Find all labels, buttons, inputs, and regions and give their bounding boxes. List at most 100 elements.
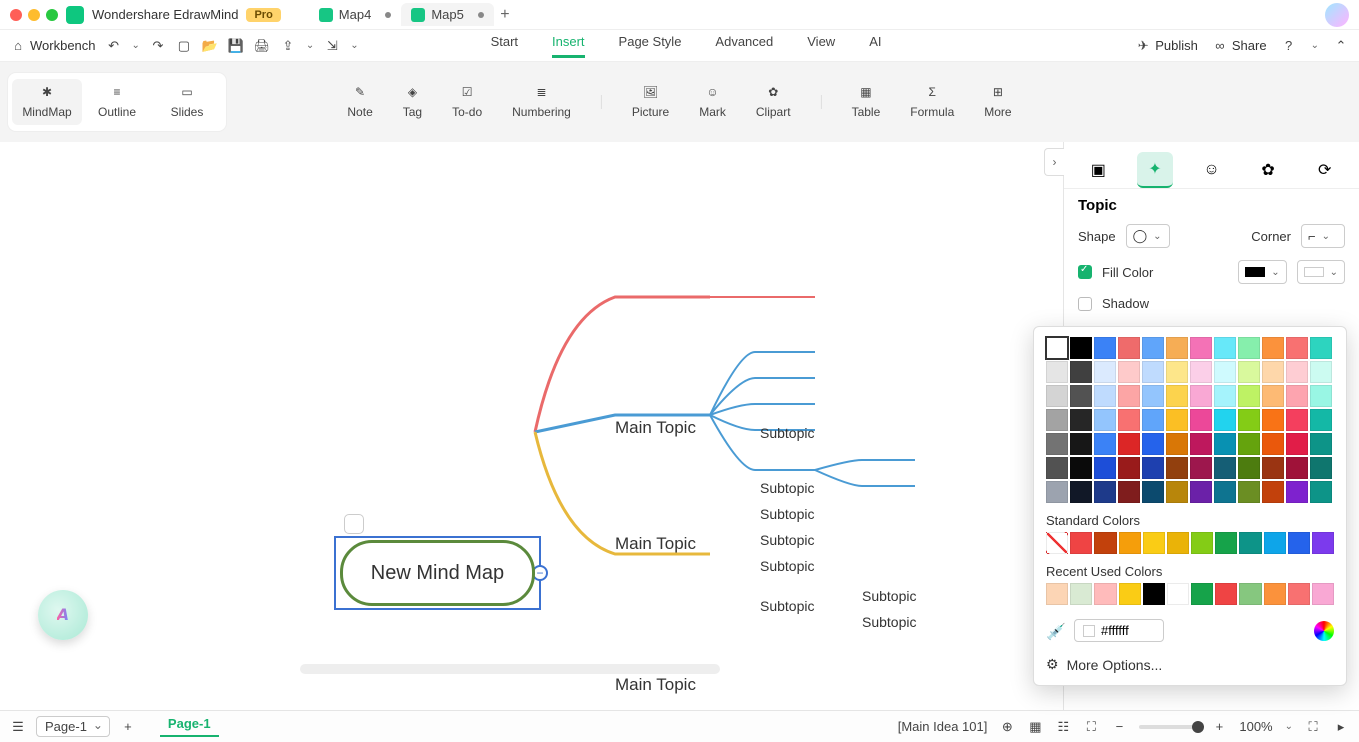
color-swatch[interactable] xyxy=(1310,409,1332,431)
color-swatch[interactable] xyxy=(1119,532,1141,554)
color-swatch[interactable] xyxy=(1094,337,1116,359)
color-swatch[interactable] xyxy=(1286,457,1308,479)
color-swatch[interactable] xyxy=(1239,583,1261,605)
fullscreen-icon[interactable]: ⛶ xyxy=(1305,719,1321,735)
corner-dropdown[interactable]: ⌐⌄ xyxy=(1301,224,1345,248)
color-swatch[interactable] xyxy=(1214,457,1236,479)
new-tab-button[interactable]: + xyxy=(494,4,516,26)
main-topic-1[interactable]: Main Topic xyxy=(615,418,696,438)
insert-more[interactable]: ⊞More xyxy=(984,85,1011,119)
color-swatch[interactable] xyxy=(1286,337,1308,359)
main-topic-2[interactable]: Main Topic xyxy=(615,534,696,554)
color-swatch[interactable] xyxy=(1215,532,1237,554)
hex-input[interactable]: #ffffff xyxy=(1074,619,1164,642)
export-dropdown[interactable]: ⌄ xyxy=(306,40,314,51)
color-swatch[interactable] xyxy=(1262,337,1284,359)
color-swatch[interactable] xyxy=(1119,583,1141,605)
color-swatch[interactable] xyxy=(1046,532,1068,554)
view-slides[interactable]: ▭ Slides xyxy=(152,79,222,125)
color-swatch[interactable] xyxy=(1310,385,1332,407)
undo-icon[interactable]: ↶ xyxy=(106,38,122,54)
export-icon[interactable]: ⇪ xyxy=(280,38,296,54)
color-swatch[interactable] xyxy=(1046,457,1068,479)
view-outline[interactable]: ≡ Outline xyxy=(82,79,152,125)
color-swatch[interactable] xyxy=(1118,361,1140,383)
fill-color-dropdown[interactable]: ⌄ xyxy=(1238,260,1286,284)
insert-tag[interactable]: ◈Tag xyxy=(403,85,422,119)
color-swatch[interactable] xyxy=(1190,481,1212,503)
color-swatch[interactable] xyxy=(1310,481,1332,503)
color-swatch[interactable] xyxy=(1288,583,1310,605)
color-swatch[interactable] xyxy=(1214,337,1236,359)
open-icon[interactable]: 📂 xyxy=(202,38,218,54)
menu-advanced[interactable]: Advanced xyxy=(715,34,773,58)
color-swatch[interactable] xyxy=(1238,385,1260,407)
new-icon[interactable]: ▢ xyxy=(176,38,192,54)
color-swatch[interactable] xyxy=(1262,481,1284,503)
zoom-dropdown[interactable]: ⌄ xyxy=(1285,721,1293,732)
color-swatch[interactable] xyxy=(1070,385,1092,407)
user-avatar[interactable] xyxy=(1325,3,1349,27)
color-swatch[interactable] xyxy=(1070,481,1092,503)
color-swatch[interactable] xyxy=(1214,361,1236,383)
color-swatch[interactable] xyxy=(1094,457,1116,479)
save-icon[interactable]: 💾 xyxy=(228,38,244,54)
insert-formula[interactable]: ΣFormula xyxy=(910,85,954,119)
color-swatch[interactable] xyxy=(1070,409,1092,431)
color-swatch[interactable] xyxy=(1118,337,1140,359)
maximize-window-icon[interactable] xyxy=(46,9,58,21)
color-swatch[interactable] xyxy=(1190,409,1212,431)
color-wheel-button[interactable] xyxy=(1314,621,1334,641)
insert-note[interactable]: ✎Note xyxy=(347,85,372,119)
panel-tab-style[interactable]: ✦ xyxy=(1137,152,1173,188)
color-swatch[interactable] xyxy=(1190,457,1212,479)
color-swatch[interactable] xyxy=(1214,433,1236,455)
layers-icon[interactable]: ☷ xyxy=(1055,719,1071,735)
subtopic[interactable]: Subtopic xyxy=(862,614,916,630)
color-swatch[interactable] xyxy=(1142,385,1164,407)
color-swatch[interactable] xyxy=(1094,361,1116,383)
color-swatch[interactable] xyxy=(1190,337,1212,359)
subtopic[interactable]: Subtopic xyxy=(760,598,814,614)
color-swatch[interactable] xyxy=(1094,385,1116,407)
color-swatch[interactable] xyxy=(1118,385,1140,407)
color-swatch[interactable] xyxy=(1312,532,1334,554)
close-window-icon[interactable] xyxy=(10,9,22,21)
color-swatch[interactable] xyxy=(1286,409,1308,431)
color-swatch[interactable] xyxy=(1094,481,1116,503)
color-swatch[interactable] xyxy=(1046,385,1068,407)
outline-view-icon[interactable]: ☰ xyxy=(10,719,26,735)
color-swatch[interactable] xyxy=(1262,385,1284,407)
undo-dropdown[interactable]: ⌄ xyxy=(132,40,140,51)
color-swatch[interactable] xyxy=(1167,532,1189,554)
menu-view[interactable]: View xyxy=(807,34,835,58)
subtopic[interactable]: Subtopic xyxy=(760,506,814,522)
color-swatch[interactable] xyxy=(1118,409,1140,431)
print-icon[interactable]: 🖨 xyxy=(254,38,270,54)
color-swatch[interactable] xyxy=(1167,583,1189,605)
menu-page-style[interactable]: Page Style xyxy=(619,34,682,58)
panel-tab-history[interactable]: ⟳ xyxy=(1307,152,1343,188)
insert-numbering[interactable]: ≣Numbering xyxy=(512,85,571,119)
color-swatch[interactable] xyxy=(1166,433,1188,455)
color-swatch[interactable] xyxy=(1190,385,1212,407)
ai-assistant-button[interactable]: 𝘼 xyxy=(38,590,88,640)
color-swatch[interactable] xyxy=(1142,481,1164,503)
subtopic[interactable]: Subtopic xyxy=(760,532,814,548)
redo-icon[interactable]: ↷ xyxy=(150,38,166,54)
color-swatch[interactable] xyxy=(1310,337,1332,359)
shape-dropdown[interactable]: ◯⌄ xyxy=(1126,224,1170,248)
color-swatch[interactable] xyxy=(1094,532,1116,554)
color-swatch[interactable] xyxy=(1070,361,1092,383)
main-topic-3[interactable]: Main Topic xyxy=(615,675,696,695)
color-swatch[interactable] xyxy=(1286,433,1308,455)
panel-tab-layout[interactable]: ▣ xyxy=(1080,152,1116,188)
eyedropper-icon[interactable]: 💉 xyxy=(1046,622,1064,640)
color-swatch[interactable] xyxy=(1166,457,1188,479)
presentation-icon[interactable]: ▸ xyxy=(1333,719,1349,735)
color-swatch[interactable] xyxy=(1070,433,1092,455)
panel-tab-icon[interactable]: ☺ xyxy=(1193,152,1229,188)
color-swatch[interactable] xyxy=(1094,409,1116,431)
map-icon[interactable]: ⊕ xyxy=(999,719,1015,735)
color-swatch[interactable] xyxy=(1142,409,1164,431)
